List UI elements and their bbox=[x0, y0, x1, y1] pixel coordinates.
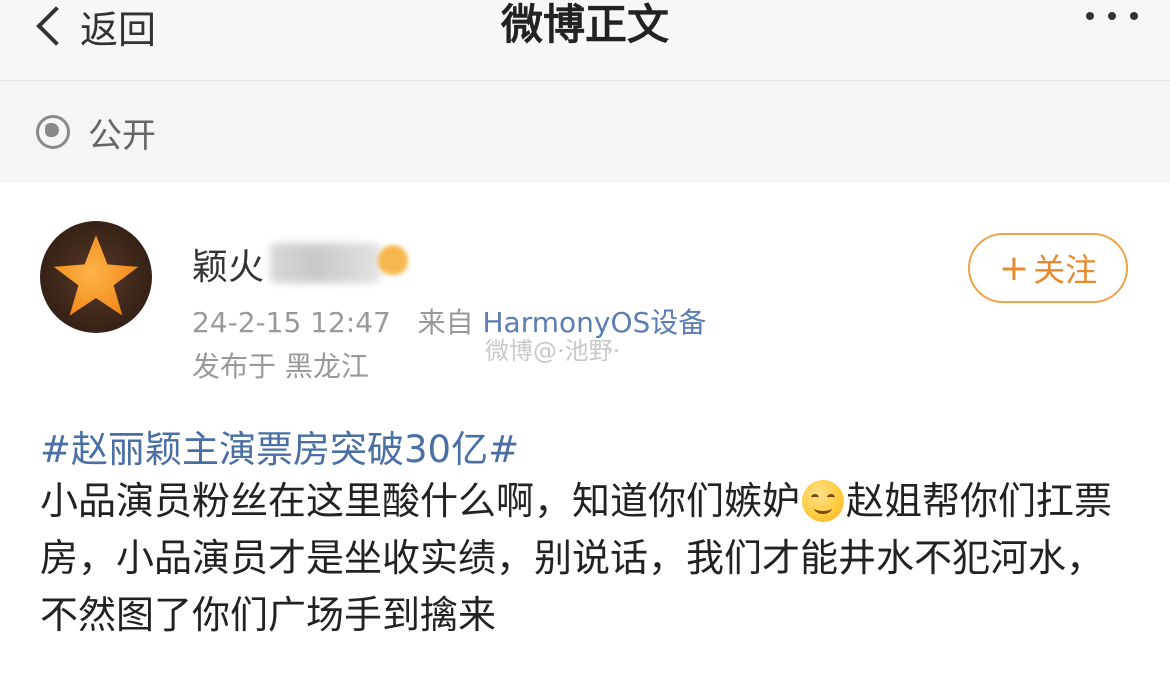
post-time: 24-2-15 12:47 bbox=[192, 306, 391, 339]
source-prefix: 来自 bbox=[417, 306, 474, 339]
more-dot-icon bbox=[1130, 12, 1138, 20]
follow-button[interactable]: + 关注 bbox=[968, 233, 1128, 303]
content-text-part1: 小品演员粉丝在这里酸什么啊，知道你们嫉妒 bbox=[40, 479, 801, 523]
avatar[interactable] bbox=[40, 221, 152, 333]
globe-icon bbox=[36, 115, 70, 149]
vip-badge-icon bbox=[378, 245, 408, 275]
top-navigation-bar: 返回 微博正文 bbox=[0, 0, 1170, 81]
plus-icon: + bbox=[998, 247, 1030, 289]
visibility-row: 公开 bbox=[0, 82, 1170, 182]
smile-emoji-icon bbox=[802, 480, 845, 522]
back-button[interactable]: 返回 bbox=[30, 0, 156, 52]
hashtag-link[interactable]: #赵丽颖主演票房突破30亿# bbox=[40, 419, 519, 473]
more-options-button[interactable] bbox=[1086, 12, 1138, 20]
watermark: 微博@·池野· bbox=[485, 337, 621, 365]
starfish-avatar-image bbox=[53, 235, 139, 316]
chevron-left-icon bbox=[36, 6, 76, 46]
visibility-label: 公开 bbox=[88, 115, 156, 156]
author-name[interactable]: 颖火 bbox=[192, 238, 264, 290]
page-title: 微博正文 bbox=[500, 0, 669, 49]
more-dot-icon bbox=[1086, 12, 1094, 20]
post-content: 小品演员粉丝在这里酸什么啊，知道你们嫉妒 赵姐帮你们扛票房，小品演员才是坐收实绩，… bbox=[40, 473, 1140, 644]
post-card: 颖火 24-2-15 12:47 来自 HarmonyOS设备 发布于 黑龙江 … bbox=[0, 183, 1170, 683]
blurred-name-mask bbox=[270, 243, 380, 283]
more-dot-icon bbox=[1108, 12, 1116, 20]
post-location: 发布于 黑龙江 bbox=[192, 350, 369, 383]
back-label: 返回 bbox=[80, 7, 157, 52]
post-meta: 24-2-15 12:47 来自 HarmonyOS设备 bbox=[192, 301, 706, 341]
follow-label: 关注 bbox=[1033, 251, 1098, 289]
